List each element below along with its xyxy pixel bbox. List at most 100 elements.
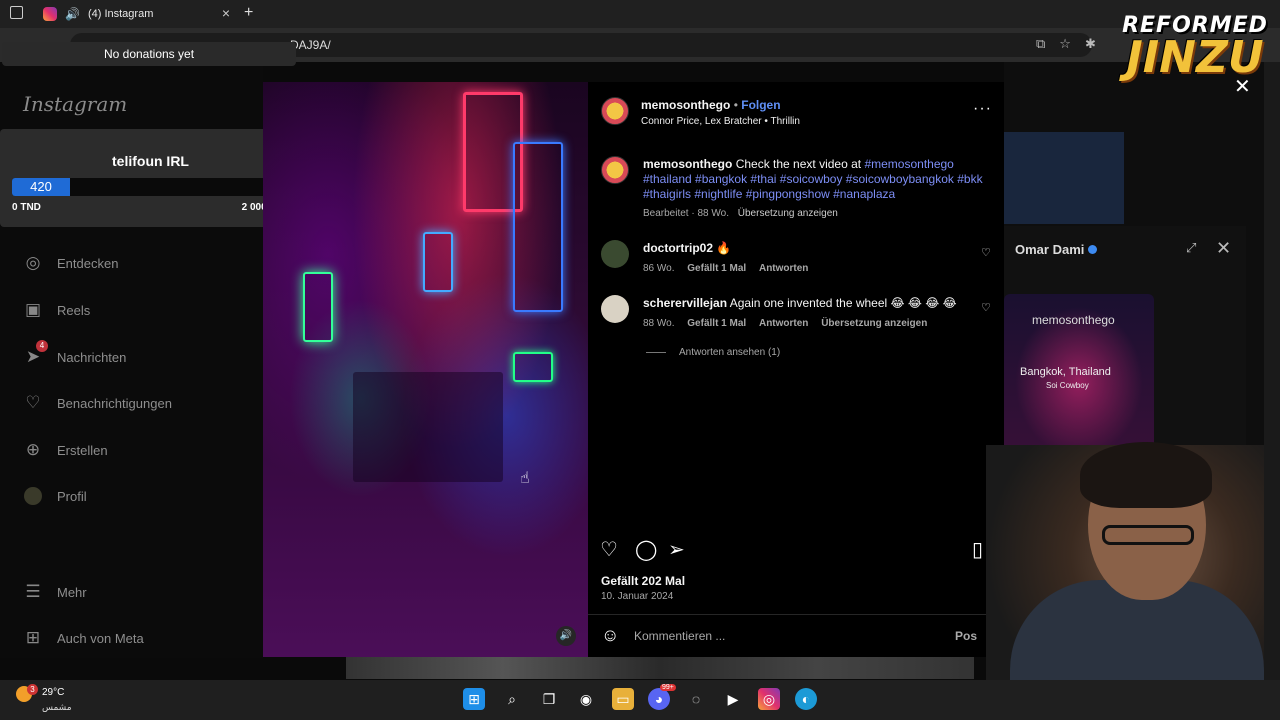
browser-tab[interactable]: 🔊 (4) Instagram × (34, 3, 238, 25)
verified-badge-icon (1088, 245, 1098, 254)
tab-close-icon[interactable]: × (222, 5, 230, 21)
caption-username[interactable]: memosonthego (643, 157, 732, 171)
sidebar-item-reels[interactable]: ▣ Reels (22, 299, 90, 321)
sidebar-item-label: Entdecken (57, 255, 119, 271)
browser-tab-bar: 🔊 (4) Instagram × + (0, 0, 1280, 28)
comment-bubble-icon[interactable]: ◯ (635, 537, 657, 562)
goal-current-value: 420 (30, 179, 52, 194)
goal-title: telifoun IRL (112, 153, 189, 169)
more-options-icon[interactable]: ··· (973, 100, 992, 118)
messenger-icon: ➤ 4 (22, 340, 48, 368)
sidebar-item-create[interactable]: ⊕ Erstellen (22, 439, 108, 461)
sidebar-item-label: Mehr (57, 584, 87, 600)
streamer-hair (1080, 442, 1212, 508)
page-scrollbar[interactable] (1264, 62, 1280, 680)
sidebar-item-explore[interactable]: ◎ Entdecken (22, 252, 119, 274)
background-thumbnail (1004, 132, 1124, 224)
crowd-shadow (353, 372, 503, 482)
comment-likes[interactable]: Gefällt 1 Mal (687, 263, 746, 274)
sidebar-item-more[interactable]: ☰ Mehr (22, 581, 87, 603)
edge-browser-icon[interactable]: ◐ (795, 688, 817, 710)
comment-likes[interactable]: Gefällt 1 Mal (687, 318, 746, 329)
compass-icon: ◎ (25, 253, 41, 272)
weather-badge: 3 (27, 684, 38, 695)
tab-title: (4) Instagram (87, 8, 154, 20)
caption-avatar[interactable] (601, 156, 629, 184)
neon-sign (423, 232, 453, 292)
sidebar-item-label: Profil (57, 488, 87, 504)
comment-translate-link[interactable]: Übersetzung anzeigen (821, 318, 927, 329)
view-replies-link[interactable]: Antworten ansehen (1) (679, 347, 780, 358)
likes-count[interactable]: Gefällt 202 Mal (601, 574, 685, 588)
neon-sign (513, 142, 563, 312)
comment-username[interactable]: scherervillejan (643, 296, 727, 310)
comment-age: 88 Wo. (643, 318, 675, 329)
menu-icon: ☰ (25, 582, 41, 601)
streamer-glasses (1102, 525, 1194, 545)
obs-icon[interactable]: ◉ (575, 688, 597, 710)
temperature[interactable]: 29°C (42, 687, 64, 698)
comment-row: scherervillejan Again one invented the w… (643, 296, 957, 310)
file-explorer-icon[interactable]: ▭ (612, 688, 634, 710)
caption-mention[interactable]: #memosonthego (864, 157, 953, 171)
caption-translate-link[interactable]: Übersetzung anzeigen (738, 208, 838, 219)
like-heart-icon[interactable]: ♡ (600, 537, 618, 562)
reel-video[interactable] (263, 82, 588, 657)
extensions-icon[interactable]: ✱ (1085, 36, 1096, 52)
caption-hashtags[interactable]: #thailand #bangkok #thai #soicowboy #soi… (643, 172, 983, 201)
comment-avatar[interactable] (601, 240, 629, 268)
comment-reply-link[interactable]: Antworten (759, 318, 808, 329)
caption-meta: Bearbeitet · 88 Wo. (643, 208, 729, 219)
logo-line-2: JINZU (1126, 31, 1264, 83)
comment-meta-row: 86 Wo. Gefällt 1 Mal Antworten (643, 263, 808, 274)
comment-username[interactable]: doctortrip02 (643, 241, 713, 255)
avatar-icon (22, 485, 44, 507)
instagram-app-icon[interactable]: ◎ (758, 688, 780, 710)
comment-meta-row: 88 Wo. Gefällt 1 Mal Antworten Übersetzu… (643, 318, 927, 329)
sidebar-item-label: Auch von Meta (57, 630, 144, 646)
expand-icon[interactable]: ⤢ (1186, 240, 1196, 256)
audio-toggle-icon[interactable]: 🔊 (556, 626, 576, 646)
sidebar-item-messages[interactable]: ➤ 4 Nachrichten (22, 340, 127, 368)
media-player-icon[interactable]: ▶ (722, 688, 744, 710)
author-username[interactable]: memosonthego (641, 98, 730, 112)
instagram-logo[interactable]: Instagram (23, 92, 127, 116)
sidebar-item-profile[interactable]: Profil (22, 485, 87, 507)
emoji-picker-icon[interactable]: ☺ (601, 625, 619, 646)
comment-input[interactable]: Kommentieren ... (634, 629, 725, 643)
sidebar-item-meta[interactable]: ⊞ Auch von Meta (22, 627, 144, 649)
comment-text: 🔥 (716, 241, 732, 255)
search-icon[interactable]: ⌕ (501, 688, 523, 710)
comment-age: 86 Wo. (643, 263, 675, 274)
new-tab-icon[interactable]: + (244, 4, 253, 22)
dm-contact-name[interactable]: Omar Dami (1015, 242, 1098, 257)
post-comment-button[interactable]: Pos (955, 629, 977, 643)
author-avatar[interactable] (601, 97, 629, 125)
comment-like-heart-icon[interactable]: ♡ (981, 301, 991, 314)
sidebar-item-notifications[interactable]: ♡ Benachrichtigungen (22, 392, 172, 414)
open-in-app-icon[interactable]: ⧉ (1036, 36, 1045, 52)
audio-attribution[interactable]: Connor Price, Lex Bratcher • Thrillin (641, 116, 800, 127)
weather-condition: مشمس (42, 702, 72, 712)
app-icon[interactable]: ◌ (685, 688, 707, 710)
neon-sign (303, 272, 333, 342)
comment-like-heart-icon[interactable]: ♡ (981, 246, 991, 259)
comment-avatar[interactable] (601, 295, 629, 323)
caption: memosonthego Check the next video at #me… (643, 157, 988, 202)
comment-reply-link[interactable]: Antworten (759, 263, 808, 274)
bookmark-icon[interactable]: ▯ (972, 537, 983, 562)
share-send-icon[interactable]: ➢ (668, 537, 685, 562)
favorite-star-icon[interactable]: ☆ (1059, 36, 1071, 52)
comment-divider (588, 614, 1004, 615)
dm-close-icon[interactable]: ✕ (1216, 238, 1231, 259)
follow-button[interactable]: Folgen (741, 98, 780, 112)
discord-icon[interactable]: ◕ 99+ (648, 684, 676, 710)
windows-start-icon[interactable]: ⊞ (463, 688, 485, 710)
donations-ticker: No donations yet (2, 42, 296, 66)
speaker-icon[interactable]: 🔊 (65, 7, 80, 21)
window-menu-icon[interactable] (10, 6, 23, 19)
sidebar-item-label: Nachrichten (57, 349, 127, 365)
comment-row: doctortrip02 🔥 (643, 241, 731, 255)
caption-text: Check the next video at (735, 157, 862, 171)
task-view-icon[interactable]: ❐ (538, 688, 560, 710)
